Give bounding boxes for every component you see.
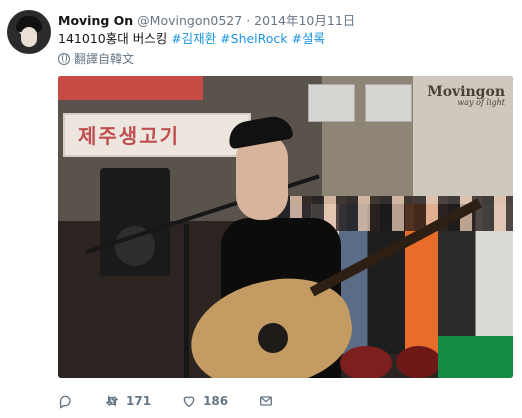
separator: ·	[246, 13, 251, 28]
drum-icon	[340, 346, 392, 378]
guitar-soundhole	[258, 323, 288, 353]
retweet-button[interactable]: 171	[104, 393, 151, 409]
globe-icon	[58, 52, 70, 65]
dm-button[interactable]	[258, 393, 274, 409]
hashtag-link[interactable]: #셜록	[292, 31, 325, 46]
tweet-card: Moving On @Movingon0527 · 2014年10月11日 14…	[0, 0, 522, 418]
retweet-count: 171	[126, 394, 152, 408]
tweet-text: 141010홍대 버스킹 #김재환 #ShelRock #셜록	[58, 28, 325, 47]
air-conditioner-icon	[308, 84, 355, 122]
like-count: 186	[203, 394, 229, 408]
handle[interactable]: @Movingon0527	[137, 13, 242, 28]
speaker-icon	[100, 168, 170, 276]
reply-icon	[59, 395, 71, 409]
tweet-header: Moving On @Movingon0527 · 2014年10月11日	[58, 10, 355, 29]
air-conditioner-icon	[365, 84, 412, 122]
translate-link[interactable]: 翻譯自韓文	[58, 50, 134, 67]
tweet-date[interactable]: 2014年10月11日	[254, 13, 355, 28]
tweet-image[interactable]: 제주생고기 Movingon way of light	[58, 76, 513, 378]
reply-button[interactable]	[58, 393, 74, 409]
display-name[interactable]: Moving On	[58, 13, 133, 28]
like-icon	[183, 396, 195, 407]
green-case	[438, 336, 513, 378]
image-sign-text: 제주생고기	[78, 124, 180, 148]
tweet-text-prefix: 141010홍대 버스킹	[58, 31, 168, 46]
avatar-face	[21, 27, 37, 47]
retweet-icon	[106, 395, 118, 407]
hashtag-link[interactable]: #김재환	[171, 31, 216, 46]
image-red-sign	[58, 76, 203, 100]
translate-label: 翻譯自韓文	[74, 52, 135, 66]
hashtag-link[interactable]: #ShelRock	[220, 31, 287, 46]
tweet-actions: 171 186	[58, 390, 298, 412]
mic-stand	[184, 224, 189, 378]
image-watermark: Movingon way of light	[427, 84, 505, 107]
like-button[interactable]: 186	[181, 393, 228, 409]
drum-icon	[396, 346, 441, 378]
avatar[interactable]	[7, 10, 51, 54]
mail-icon	[260, 396, 273, 406]
